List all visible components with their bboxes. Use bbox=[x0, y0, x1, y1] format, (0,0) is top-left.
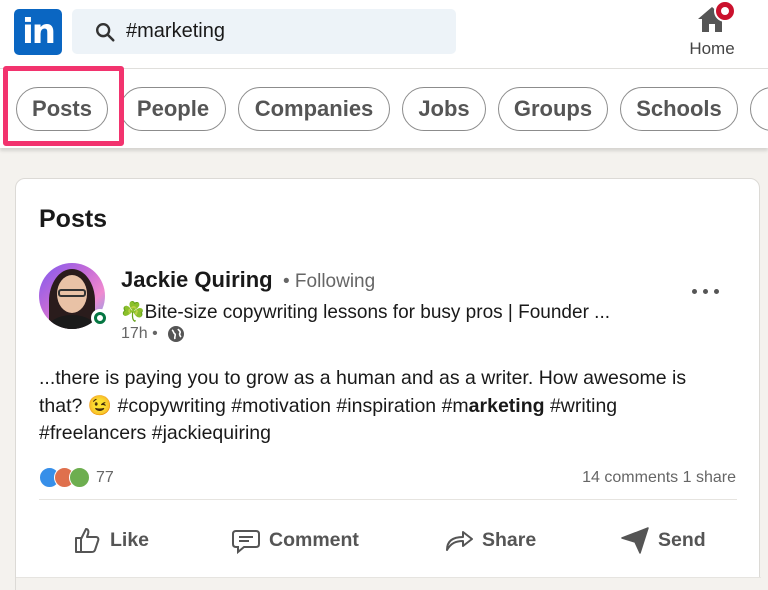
nav-home[interactable]: Home bbox=[672, 0, 752, 68]
post-body: ...there is paying you to grow as a huma… bbox=[39, 367, 687, 444]
filter-groups[interactable]: Groups bbox=[498, 87, 608, 131]
filter-jobs[interactable]: Jobs bbox=[402, 87, 486, 131]
filter-people[interactable]: People bbox=[120, 87, 226, 131]
top-nav: in Home bbox=[0, 0, 768, 68]
globe-icon bbox=[168, 326, 184, 342]
filter-more[interactable] bbox=[750, 87, 768, 131]
search-input[interactable] bbox=[126, 9, 446, 54]
card-footer bbox=[16, 577, 761, 590]
online-status-icon bbox=[91, 309, 109, 327]
send-button[interactable]: Send bbox=[620, 524, 706, 556]
comment-icon bbox=[232, 530, 260, 555]
more-options-button[interactable] bbox=[688, 279, 724, 303]
highlight-box bbox=[3, 66, 124, 146]
author-name[interactable]: Jackie Quiring bbox=[121, 267, 273, 293]
notification-badge bbox=[714, 0, 736, 22]
comment-button[interactable]: Comment bbox=[231, 524, 359, 556]
card-title: Posts bbox=[39, 205, 108, 233]
like-button[interactable]: Like bbox=[72, 524, 149, 556]
like-icon bbox=[75, 528, 100, 553]
author-headline: ☘️Bite-size copywriting lessons for busy… bbox=[121, 302, 611, 323]
share-button[interactable]: Share bbox=[444, 524, 536, 556]
post-time: 17h • bbox=[121, 325, 158, 342]
search-icon bbox=[96, 23, 115, 42]
divider bbox=[39, 499, 737, 500]
send-label: Send bbox=[658, 528, 706, 551]
reaction-icons[interactable] bbox=[39, 467, 99, 489]
linkedin-logo[interactable]: in bbox=[14, 9, 62, 55]
reaction-count[interactable]: 77 bbox=[96, 469, 114, 487]
filter-schools[interactable]: Schools bbox=[620, 87, 738, 131]
celebrate-reaction-icon bbox=[69, 467, 90, 488]
search-bar[interactable] bbox=[72, 9, 456, 54]
posts-card: Posts Jackie Quiring • Following ☘️Bite-… bbox=[15, 178, 761, 590]
filter-companies[interactable]: Companies bbox=[238, 87, 390, 131]
comment-label: Comment bbox=[269, 528, 359, 551]
comments-shares-count[interactable]: 14 comments 1 share bbox=[582, 469, 736, 487]
like-label: Like bbox=[110, 528, 150, 551]
share-label: Share bbox=[482, 528, 537, 551]
send-icon bbox=[621, 527, 649, 554]
following-label: • Following bbox=[283, 271, 376, 292]
share-icon bbox=[446, 531, 473, 551]
home-label: Home bbox=[689, 39, 735, 58]
